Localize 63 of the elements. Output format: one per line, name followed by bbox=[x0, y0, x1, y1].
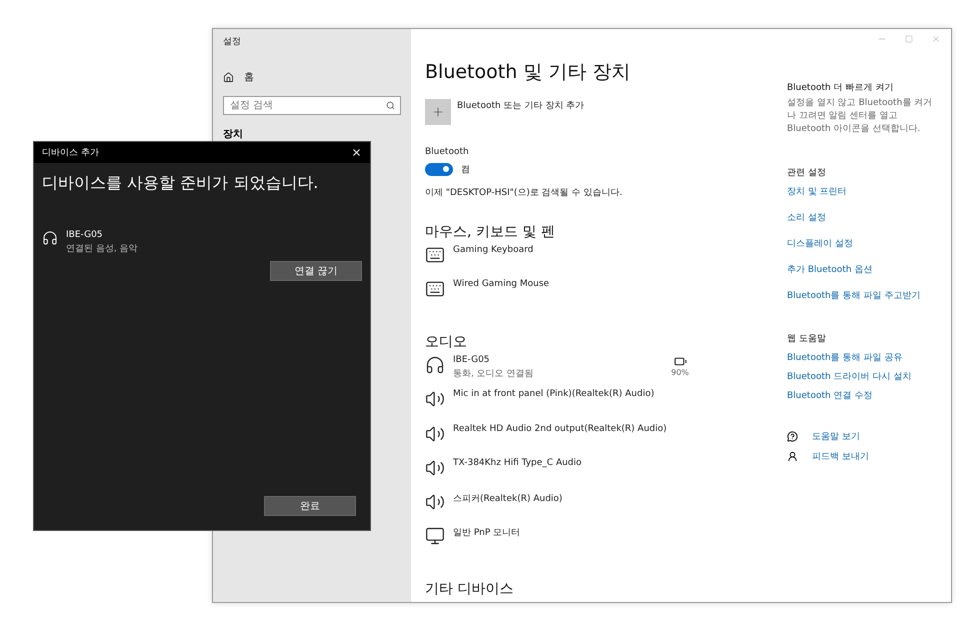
settings-link[interactable]: Bluetooth를 통해 파일 주고받기 bbox=[787, 289, 941, 302]
discoverable-text: 이제 "DESKTOP-HSI"(으)로 검색될 수 있습니다. bbox=[425, 187, 622, 199]
headset-icon bbox=[425, 355, 445, 376]
device-name: 스피커(Realtek(R) Audio) bbox=[453, 492, 564, 505]
help-link[interactable]: 피드백 보내기 bbox=[812, 450, 869, 463]
add-device-button[interactable] bbox=[425, 99, 451, 125]
search-field[interactable]: 설정 검색 bbox=[223, 96, 401, 115]
keyboard-icon bbox=[425, 279, 445, 300]
maximize-icon bbox=[905, 35, 913, 43]
keyboard-icon bbox=[425, 245, 445, 265]
speaker-icon bbox=[425, 424, 445, 444]
bluetooth-toggle[interactable] bbox=[425, 163, 453, 176]
device-name: TX-384Khz Hifi Type_C Audio bbox=[453, 458, 583, 468]
search-icon bbox=[386, 101, 395, 110]
group-heading: 웹 도움말 bbox=[787, 333, 827, 345]
device-name: IBE-G05 bbox=[66, 230, 104, 240]
settings-link[interactable]: 장치 및 프린터 bbox=[787, 185, 941, 198]
window-title: 설정 bbox=[223, 36, 242, 48]
home-icon[interactable] bbox=[223, 72, 234, 82]
settings-link[interactable]: 소리 설정 bbox=[787, 211, 941, 224]
device-name: Wired Gaming Mouse bbox=[453, 279, 550, 290]
sidebar-heading: 장치 bbox=[223, 128, 244, 141]
settings-link[interactable]: Bluetooth 드라이버 다시 설치 bbox=[787, 370, 941, 383]
close-icon bbox=[931, 34, 941, 44]
tip-title: Bluetooth 더 빠르게 켜기 bbox=[787, 82, 894, 94]
close-icon[interactable] bbox=[351, 147, 362, 158]
page-title: Bluetooth 및 기타 장치 bbox=[425, 60, 632, 85]
speaker-icon bbox=[425, 458, 445, 478]
settings-link[interactable]: Bluetooth를 통해 파일 공유 bbox=[787, 351, 941, 364]
home-link[interactable]: 홈 bbox=[244, 70, 254, 84]
settings-link[interactable]: 추가 Bluetooth 옵션 bbox=[787, 263, 941, 276]
bluetooth-label: Bluetooth bbox=[425, 147, 469, 157]
device-name: IBE-G05 bbox=[453, 355, 491, 366]
person-icon bbox=[787, 451, 798, 462]
headset-icon bbox=[42, 230, 58, 246]
device-status: 통화, 오디오 연결됨 bbox=[453, 368, 535, 380]
device-name: Mic in at front panel (Pink)(Realtek(R) Audio) bbox=[453, 389, 656, 400]
disconnect-button[interactable]: 연결 끊기 bbox=[270, 261, 362, 281]
speaker-icon bbox=[425, 492, 445, 512]
settings-link[interactable]: 디스플레이 설정 bbox=[787, 237, 941, 250]
group-heading: 관련 설정 bbox=[787, 167, 827, 179]
maximize-button[interactable] bbox=[905, 35, 913, 43]
dialog-title: 디바이스 추가 bbox=[42, 147, 99, 159]
battery-level: 90% bbox=[671, 368, 689, 378]
add-device-label[interactable]: Bluetooth 또는 기타 장치 추가 bbox=[457, 99, 584, 112]
tip-text: 설정을 열지 않고 Bluetooth를 켜거나 끄려면 알림 센터를 열고 Bluetooth 아이콘을 선택합니다. bbox=[787, 97, 934, 136]
help-icon bbox=[787, 431, 798, 442]
done-button[interactable]: 완료 bbox=[264, 496, 356, 516]
dialog-message: 디바이스를 사용할 준비가 되었습니다. bbox=[42, 173, 320, 194]
section-heading: 기타 디바이스 bbox=[425, 580, 514, 598]
section-heading: 마우스, 키보드 및 펜 bbox=[425, 223, 556, 241]
section-heading: 오디오 bbox=[425, 333, 468, 352]
device-name: 일반 PnP 모니터 bbox=[453, 526, 522, 539]
close-button[interactable] bbox=[931, 34, 941, 44]
battery-icon bbox=[674, 355, 686, 368]
device-status: 연결된 음성, 음악 bbox=[66, 243, 139, 255]
plus-icon bbox=[431, 105, 445, 119]
settings-link[interactable]: Bluetooth 연결 수정 bbox=[787, 389, 941, 402]
monitor-icon bbox=[425, 526, 445, 546]
device-name: Realtek HD Audio 2nd output(Realtek(R) Audio) bbox=[453, 424, 668, 434]
toggle-state: 켬 bbox=[461, 164, 470, 176]
device-name: Gaming Keyboard bbox=[453, 245, 534, 255]
help-link[interactable]: 도움말 보기 bbox=[812, 430, 860, 443]
